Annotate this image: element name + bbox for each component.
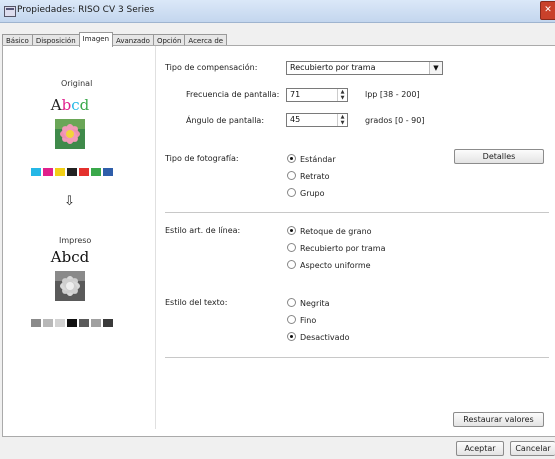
- radio-grupo[interactable]: Grupo: [287, 188, 325, 198]
- original-flower-photo: [55, 119, 85, 149]
- angle-value: 45: [290, 115, 301, 124]
- color-swatch: [79, 168, 89, 176]
- color-swatch: [103, 319, 113, 327]
- impreso-preview: Abcd: [49, 248, 91, 318]
- radio-empty-icon: [287, 188, 296, 197]
- printer-icon: [4, 6, 16, 17]
- chevron-down-icon[interactable]: ▼: [429, 62, 442, 74]
- color-swatch: [67, 319, 77, 327]
- color-swatch: [103, 168, 113, 176]
- details-button[interactable]: Detalles: [454, 149, 544, 164]
- color-swatch: [55, 168, 65, 176]
- impreso-gray-swatches: [31, 319, 115, 327]
- original-preview: Abcd: [49, 96, 91, 166]
- arrow-down-icon: ⇩: [64, 194, 75, 209]
- angle-unit: grados [0 - 90]: [365, 116, 425, 125]
- impreso-label: Impreso: [59, 236, 92, 245]
- radio-empty-icon: [287, 315, 296, 324]
- preview-divider: [155, 46, 156, 429]
- original-color-swatches: [31, 168, 115, 176]
- radio-selected-icon: [287, 154, 296, 163]
- line-art-label: Estilo art. de línea:: [165, 226, 241, 235]
- section-divider: [165, 212, 549, 213]
- radio-fino[interactable]: Fino: [287, 315, 316, 325]
- tab-imagen[interactable]: Imagen: [78, 32, 113, 47]
- tab-bar: Básico Disposición Imagen Avanzado Opció…: [2, 32, 228, 47]
- title-bar: Propiedades: RISO CV 3 Series ✕: [0, 0, 555, 23]
- window-title: Propiedades: RISO CV 3 Series: [17, 5, 155, 15]
- frequency-stepper[interactable]: 71 ▲ ▼: [286, 88, 348, 102]
- original-sample-text: Abcd: [50, 96, 90, 114]
- color-swatch: [91, 168, 101, 176]
- angle-label: Ángulo de pantalla:: [186, 116, 265, 125]
- frequency-unit: lpp [38 - 200]: [365, 90, 420, 99]
- cancel-button[interactable]: Cancelar: [510, 441, 555, 456]
- impreso-sample-text: Abcd: [50, 248, 90, 266]
- frequency-label: Frecuencia de pantalla:: [186, 90, 280, 99]
- radio-negrita[interactable]: Negrita: [287, 298, 330, 308]
- color-swatch: [31, 319, 41, 327]
- radio-empty-icon: [287, 260, 296, 269]
- radio-aspecto-uniforme[interactable]: Aspecto uniforme: [287, 260, 371, 270]
- color-swatch: [31, 168, 41, 176]
- angle-stepper[interactable]: 45 ▲ ▼: [286, 113, 348, 127]
- radio-desactivado[interactable]: Desactivado: [287, 332, 350, 342]
- color-swatch: [79, 319, 89, 327]
- color-swatch: [91, 319, 101, 327]
- compensation-value: Recubierto por trama: [290, 63, 376, 72]
- impreso-flower-photo: [55, 271, 85, 301]
- radio-retrato[interactable]: Retrato: [287, 171, 329, 181]
- imagen-panel: Original Abcd ⇩ Impreso Abcd Tipo de com…: [2, 45, 555, 437]
- restore-defaults-button[interactable]: Restaurar valores: [453, 412, 544, 427]
- compensation-label: Tipo de compensación:: [165, 63, 258, 72]
- color-swatch: [43, 168, 53, 176]
- original-label: Original: [61, 79, 93, 88]
- radio-empty-icon: [287, 243, 296, 252]
- spinner-arrows-icon[interactable]: ▲ ▼: [337, 89, 347, 101]
- compensation-select[interactable]: Recubierto por trama ▼: [286, 61, 443, 75]
- radio-recubierto-por-trama[interactable]: Recubierto por trama: [287, 243, 386, 253]
- color-swatch: [55, 319, 65, 327]
- frequency-value: 71: [290, 90, 301, 99]
- close-button[interactable]: ✕: [540, 1, 555, 20]
- color-swatch: [43, 319, 53, 327]
- accept-button[interactable]: Aceptar: [456, 441, 504, 456]
- color-swatch: [67, 168, 77, 176]
- spinner-arrows-icon[interactable]: ▲ ▼: [337, 114, 347, 126]
- radio-empty-icon: [287, 171, 296, 180]
- radio-selected-icon: [287, 332, 296, 341]
- photo-type-label: Tipo de fotografía:: [165, 154, 239, 163]
- radio-selected-icon: [287, 226, 296, 235]
- radio-estandar[interactable]: Estándar: [287, 154, 336, 164]
- section-divider: [165, 357, 549, 358]
- radio-empty-icon: [287, 298, 296, 307]
- radio-retoque-de-grano[interactable]: Retoque de grano: [287, 226, 372, 236]
- text-style-label: Estilo del texto:: [165, 298, 228, 307]
